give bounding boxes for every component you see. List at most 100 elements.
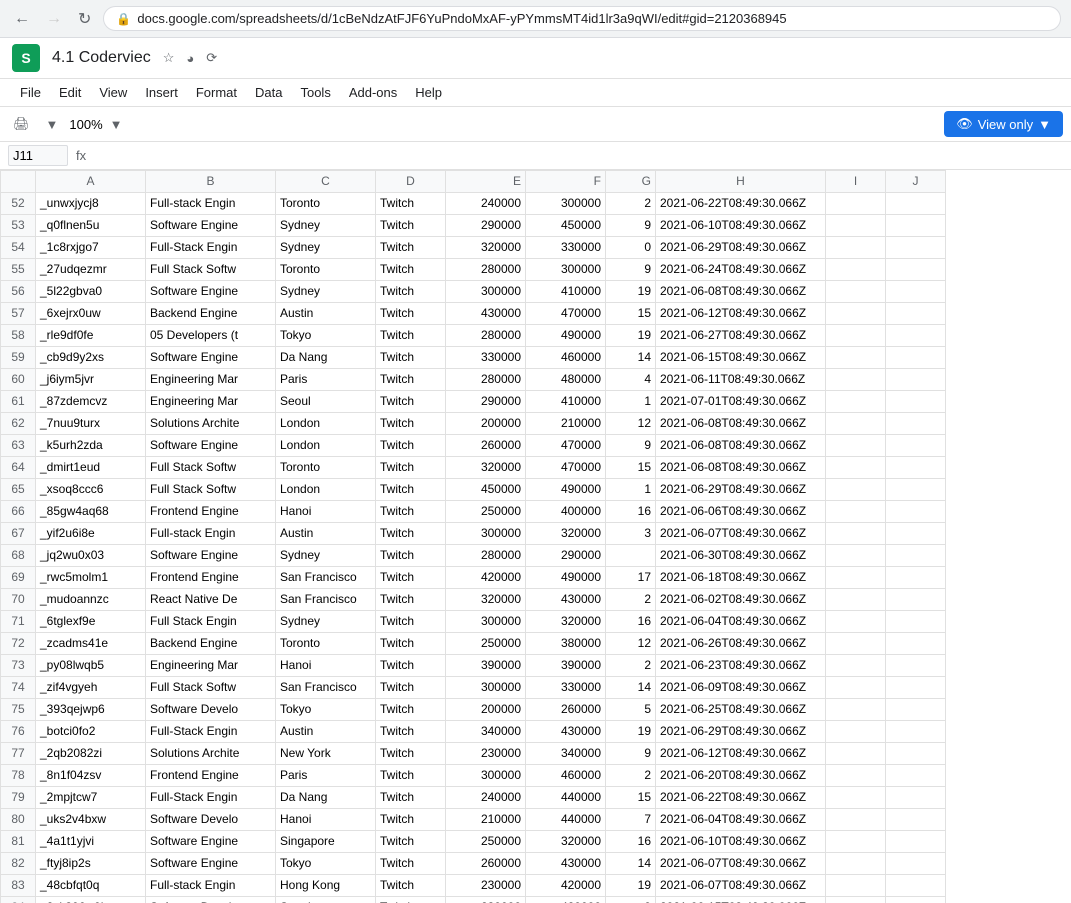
cell[interactable]: 2021-06-08T08:49:30.066Z [656, 435, 826, 457]
cell[interactable]: _zcadms41e [36, 633, 146, 655]
row-number[interactable]: 64 [1, 457, 36, 479]
cell[interactable]: 490000 [526, 325, 606, 347]
cell[interactable]: Backend Engine [146, 633, 276, 655]
cell[interactable]: Full-Stack Engin [146, 721, 276, 743]
cell[interactable]: _k5urh2zda [36, 435, 146, 457]
cell[interactable]: 320000 [446, 457, 526, 479]
cell[interactable]: 2021-06-10T08:49:30.066Z [656, 215, 826, 237]
cell[interactable] [886, 457, 946, 479]
cell[interactable]: 16 [606, 501, 656, 523]
cell[interactable]: Frontend Engine [146, 765, 276, 787]
row-number[interactable]: 62 [1, 413, 36, 435]
cell[interactable]: 320000 [526, 831, 606, 853]
cell[interactable]: 2021-06-06T08:49:30.066Z [656, 501, 826, 523]
cell[interactable] [886, 413, 946, 435]
drive-icon[interactable]: ◕ [186, 51, 194, 66]
cell[interactable]: 14 [606, 347, 656, 369]
cell[interactable]: _2mpjtcw7 [36, 787, 146, 809]
cell[interactable]: 2021-06-20T08:49:30.066Z [656, 765, 826, 787]
cell[interactable]: Toronto [276, 633, 376, 655]
cell[interactable]: _8n1f04zsv [36, 765, 146, 787]
cell[interactable]: 210000 [526, 413, 606, 435]
row-number[interactable]: 65 [1, 479, 36, 501]
cell[interactable] [886, 699, 946, 721]
cell[interactable]: _6xejrx0uw [36, 303, 146, 325]
row-number[interactable]: 83 [1, 875, 36, 897]
row-number[interactable]: 74 [1, 677, 36, 699]
cell[interactable]: 470000 [526, 435, 606, 457]
cell[interactable] [606, 545, 656, 567]
cell[interactable]: 12 [606, 633, 656, 655]
cell[interactable]: Full-Stack Engin [146, 237, 276, 259]
cell[interactable]: 280000 [446, 545, 526, 567]
col-header-a[interactable]: A [36, 171, 146, 193]
cell[interactable] [886, 721, 946, 743]
cell[interactable] [886, 523, 946, 545]
cell[interactable]: 250000 [446, 501, 526, 523]
cell[interactable]: Toronto [276, 457, 376, 479]
cell[interactable]: Full-stack Engin [146, 523, 276, 545]
cell[interactable]: _q0flnen5u [36, 215, 146, 237]
cell[interactable] [826, 897, 886, 903]
row-number[interactable]: 75 [1, 699, 36, 721]
cell[interactable]: Paris [276, 369, 376, 391]
cell[interactable]: _5l22gbva0 [36, 281, 146, 303]
cell[interactable] [826, 831, 886, 853]
cell[interactable]: 2021-06-15T08:49:30.066Z [656, 897, 826, 903]
row-number[interactable]: 61 [1, 391, 36, 413]
cell[interactable]: San Francisco [276, 589, 376, 611]
cell[interactable]: 440000 [526, 809, 606, 831]
cell[interactable]: _27udqezmr [36, 259, 146, 281]
cell[interactable]: Toronto [276, 259, 376, 281]
cell[interactable]: 2021-06-10T08:49:30.066Z [656, 831, 826, 853]
cell[interactable]: 300000 [526, 193, 606, 215]
menu-insert[interactable]: Insert [137, 81, 186, 104]
cell[interactable]: 2021-06-08T08:49:30.066Z [656, 281, 826, 303]
cell[interactable]: Seoul [276, 897, 376, 903]
cell[interactable]: _393qejwp6 [36, 699, 146, 721]
cell[interactable]: 16 [606, 831, 656, 853]
cell[interactable]: 05 Developers (t [146, 325, 276, 347]
cell[interactable]: _xsoq8ccc6 [36, 479, 146, 501]
cell[interactable]: 430000 [526, 853, 606, 875]
cell[interactable]: Twitch [376, 567, 446, 589]
cell[interactable]: 480000 [526, 369, 606, 391]
cell[interactable] [886, 897, 946, 903]
cell[interactable] [826, 281, 886, 303]
row-number[interactable]: 70 [1, 589, 36, 611]
cell[interactable] [886, 655, 946, 677]
cell[interactable]: Twitch [376, 721, 446, 743]
cell[interactable]: 460000 [526, 347, 606, 369]
cell[interactable] [886, 325, 946, 347]
cell[interactable]: 2021-06-12T08:49:30.066Z [656, 303, 826, 325]
formula-input[interactable] [94, 148, 1063, 163]
cell[interactable]: 260000 [526, 699, 606, 721]
cell[interactable]: 450000 [526, 215, 606, 237]
cell[interactable]: 490000 [526, 567, 606, 589]
cell[interactable]: Twitch [376, 303, 446, 325]
cell[interactable]: Da Nang [276, 787, 376, 809]
cell[interactable]: 290000 [526, 545, 606, 567]
cell[interactable]: 280000 [446, 259, 526, 281]
cell[interactable]: _7nuu9turx [36, 413, 146, 435]
cell[interactable]: _cb9d9y2xs [36, 347, 146, 369]
cell[interactable]: 200000 [446, 413, 526, 435]
cell[interactable]: Full-stack Engin [146, 193, 276, 215]
cell[interactable]: 430000 [526, 589, 606, 611]
row-number[interactable]: 66 [1, 501, 36, 523]
cell[interactable]: Twitch [376, 215, 446, 237]
cell[interactable]: 9 [606, 215, 656, 237]
cell[interactable] [886, 765, 946, 787]
cell[interactable] [886, 215, 946, 237]
cell[interactable] [886, 369, 946, 391]
cell[interactable]: 9 [606, 743, 656, 765]
cell[interactable]: 2021-06-27T08:49:30.066Z [656, 325, 826, 347]
col-header-e[interactable]: E [446, 171, 526, 193]
cell[interactable]: Software Engine [146, 215, 276, 237]
cell[interactable]: Solutions Archite [146, 743, 276, 765]
cell[interactable] [826, 721, 886, 743]
cell[interactable] [886, 633, 946, 655]
row-number[interactable]: 59 [1, 347, 36, 369]
cell[interactable]: Solutions Archite [146, 413, 276, 435]
cell[interactable]: 470000 [526, 303, 606, 325]
